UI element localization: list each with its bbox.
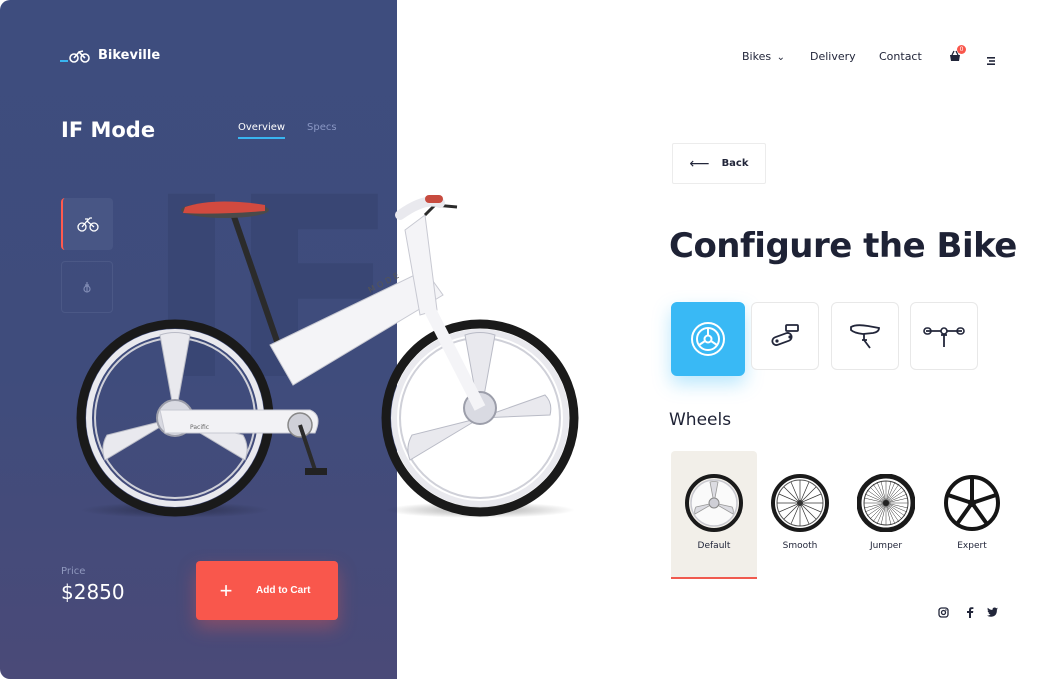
saddle-icon — [850, 324, 880, 349]
five-spoke-wheel-icon — [944, 475, 1000, 531]
crank-brand-text: Pacific — [190, 424, 209, 431]
part-handlebar-button[interactable] — [910, 302, 978, 370]
brand-logo[interactable]: Bikeville — [60, 48, 160, 63]
nav-bikes-label: Bikes — [742, 50, 772, 63]
model-title: IF Mode — [61, 118, 156, 142]
pedal-crank-icon — [771, 324, 799, 346]
nav-delivery[interactable]: Delivery — [810, 50, 856, 63]
configurator-title: Configure the Bike — [669, 226, 1017, 266]
part-wheels-button[interactable] — [671, 302, 745, 376]
front-wheel — [381, 319, 579, 517]
back-label: Back — [721, 158, 749, 169]
cart-button[interactable]: 0 — [948, 45, 966, 64]
wheel-option-label: Smooth — [782, 541, 818, 551]
wheel-option-jumper[interactable]: Jumper — [843, 451, 929, 579]
spoked-wheel-icon — [771, 474, 829, 532]
wheel-option-label: Jumper — [869, 541, 903, 551]
twitter-icon — [987, 607, 998, 617]
bike-image: MODE Pacific — [76, 195, 579, 518]
twitter-link[interactable] — [987, 607, 998, 620]
part-pedals-button[interactable] — [751, 302, 819, 370]
plus-icon: + — [219, 577, 233, 603]
back-button[interactable]: ⟵ Back — [672, 143, 766, 184]
arrow-left-icon: ⟵ — [689, 155, 710, 172]
menu-icon — [987, 57, 995, 65]
menu-button[interactable] — [986, 51, 996, 70]
wheel-option-expert[interactable]: Expert — [929, 451, 1015, 579]
part-saddle-button[interactable] — [831, 302, 899, 370]
wheel-option-smooth[interactable]: Smooth — [757, 451, 843, 579]
default-wheel-icon — [685, 474, 743, 532]
facebook-link[interactable] — [966, 607, 974, 621]
wheel-option-label: Default — [697, 541, 731, 551]
handlebar-icon — [923, 327, 965, 347]
wheel-icon — [691, 322, 725, 356]
dense-spoke-wheel-icon — [857, 474, 915, 532]
price-label: Price — [61, 566, 86, 577]
tab-specs[interactable]: Specs — [307, 122, 337, 133]
bike-logo-icon — [60, 49, 90, 63]
wheel-option-default[interactable]: Default — [671, 451, 757, 579]
wheel-option-label: Expert — [957, 541, 987, 551]
instagram-link[interactable] — [938, 607, 949, 621]
chevron-down-icon: ⌄ — [776, 52, 785, 63]
nav-contact[interactable]: Contact — [879, 50, 922, 63]
wheels-section-title: Wheels — [669, 410, 732, 430]
app-frame: IF Bikeville IF Mode Overview Specs Pric… — [0, 0, 1057, 679]
instagram-icon — [938, 607, 949, 618]
price-value: $2850 — [61, 580, 125, 604]
nav-bikes[interactable]: Bikes ⌄ — [742, 50, 785, 63]
tab-overview[interactable]: Overview — [238, 122, 286, 139]
add-to-cart-label: Add to Cart — [256, 585, 311, 596]
facebook-icon — [967, 607, 974, 618]
add-to-cart-button[interactable]: + Add to Cart — [196, 561, 338, 620]
cart-count-badge: 0 — [957, 45, 966, 54]
brand-name: Bikeville — [98, 48, 161, 63]
